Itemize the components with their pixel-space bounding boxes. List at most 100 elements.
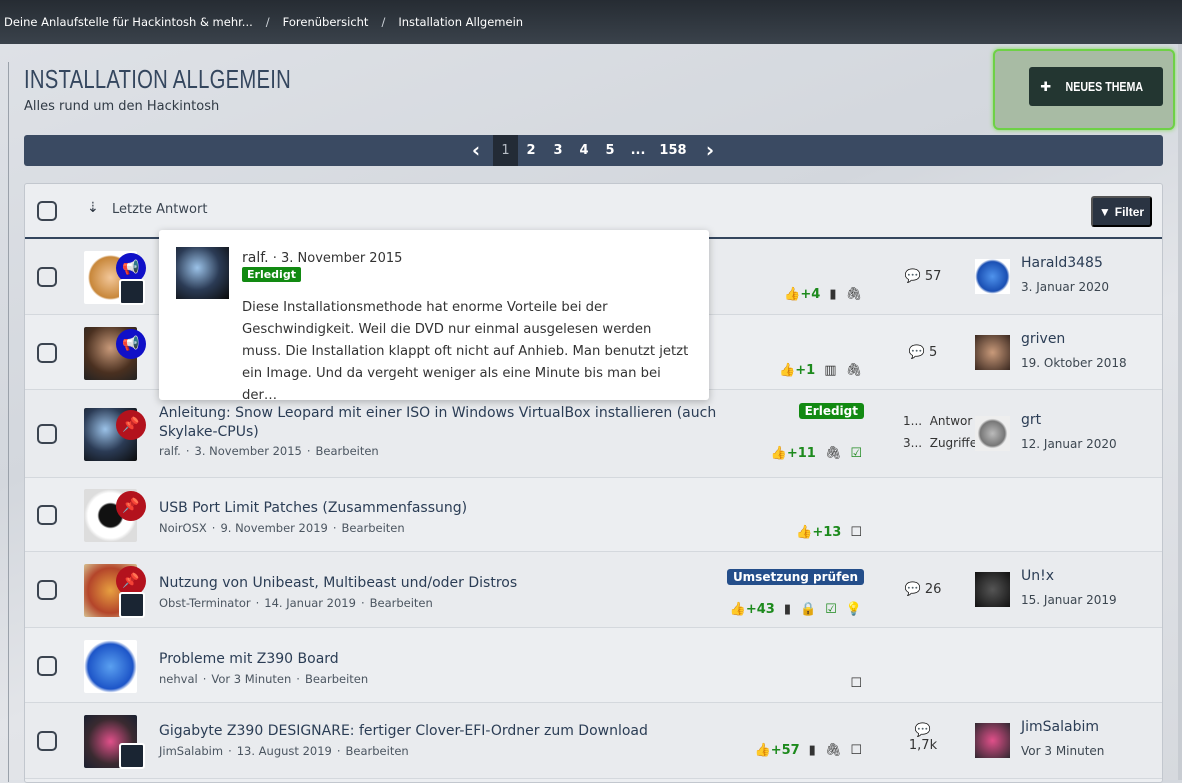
- table-row[interactable]: Probleme mit Z390 Board nehval · Vor 3 Min…: [25, 628, 1162, 703]
- breadcrumb-forum[interactable]: Forenübersicht: [283, 15, 369, 29]
- page-158[interactable]: 158: [657, 135, 689, 166]
- comment-icon: 💬: [904, 269, 921, 284]
- edit-link[interactable]: Bearbeiten: [316, 444, 379, 458]
- plus-icon: ✚: [1040, 78, 1052, 94]
- thread-author[interactable]: NoirOSX: [159, 521, 207, 535]
- last-poster-name[interactable]: griven: [1021, 331, 1065, 347]
- thread-date: 14. Januar 2019: [264, 596, 356, 610]
- status-badge: Umsetzung prüfen: [726, 569, 864, 585]
- unread-checkbox-icon: ☐: [850, 743, 862, 758]
- replies-stat: 💬 5: [908, 344, 938, 360]
- last-post-date[interactable]: 3. Januar 2020: [1021, 280, 1109, 294]
- edit-link[interactable]: Bearbeiten: [346, 744, 409, 758]
- thread-date: Vor 3 Minuten: [211, 671, 292, 686]
- last-poster-avatar[interactable]: [975, 334, 1010, 370]
- edit-link[interactable]: Bearbeiten: [370, 596, 433, 610]
- thread-title[interactable]: USB Port Limit Patches (Zusammenfassung): [159, 499, 779, 518]
- replies-stat: 💬 1,7k: [903, 723, 943, 753]
- sort-label[interactable]: Letzte Antwort: [112, 202, 207, 217]
- comment-icon: 💬: [904, 582, 921, 597]
- thread-meta: NoirOSX · 9. November 2019 · Bearbeiten: [159, 521, 405, 535]
- filter-button[interactable]: ▼ Filter: [1091, 196, 1152, 227]
- row-checkbox[interactable]: [37, 580, 57, 600]
- attachment-icon: 🖇: [824, 743, 842, 758]
- last-post-date[interactable]: 19. Oktober 2018: [1021, 356, 1127, 370]
- thread-title[interactable]: Probleme mit Z390 Board: [159, 650, 779, 669]
- last-poster-name[interactable]: grt: [1021, 412, 1041, 428]
- last-poster-avatar[interactable]: [975, 416, 1010, 451]
- avatar[interactable]: [84, 639, 137, 693]
- last-post-date[interactable]: Vor 3 Minuten: [1021, 744, 1104, 758]
- thread-date: 3. November 2015: [194, 444, 302, 458]
- unread-checkbox-icon: ☐: [850, 675, 862, 691]
- status-badge: Erledigt: [242, 267, 301, 282]
- select-all-checkbox[interactable]: [37, 201, 57, 221]
- thread-icons: 👍+43 ▮ 🔒 ☑ 💡: [730, 602, 862, 617]
- replies-stat: 💬 26: [904, 582, 942, 597]
- bookmark-icon: ▮: [829, 287, 837, 302]
- thread-meta: ralf. · 3. November 2015 · Bearbeiten: [159, 444, 379, 458]
- last-poster-name[interactable]: JimSalabim: [1021, 719, 1099, 735]
- solved-icon: ☑: [825, 602, 837, 617]
- last-poster-name[interactable]: Harald3485: [1021, 255, 1103, 271]
- scrollbar[interactable]: [1178, 44, 1182, 780]
- announcement-icon: 📢: [116, 328, 146, 359]
- last-poster-avatar[interactable]: [975, 259, 1010, 294]
- thread-icons: 👍+13 ☐: [796, 525, 862, 540]
- last-poster-avatar[interactable]: [975, 572, 1010, 607]
- likes: 👍+1: [779, 362, 816, 378]
- tooltip-author[interactable]: ralf.: [242, 250, 269, 266]
- thread-title[interactable]: Anleitung: Snow Leopard mit einer ISO in…: [159, 404, 779, 442]
- thread-title[interactable]: Nutzung von Unibeast, Multibeast und/ode…: [159, 574, 779, 593]
- table-row[interactable]: Gigabyte Z390 DESIGNARE: fertiger Clover…: [25, 703, 1162, 779]
- last-poster-name[interactable]: Un!x: [1021, 568, 1054, 584]
- page-2[interactable]: 2: [520, 135, 542, 166]
- breadcrumb-current[interactable]: Installation Allgemein: [398, 15, 523, 29]
- edit-link[interactable]: Bearbeiten: [341, 521, 404, 535]
- page-1[interactable]: 1: [493, 135, 518, 166]
- views-stat: 3... Zugriffe: [903, 436, 978, 450]
- table-row[interactable]: 📌 Nutzung von Unibeast, Multibeast und/o…: [25, 552, 1162, 628]
- row-checkbox[interactable]: [37, 731, 57, 751]
- thumbs-up-icon: 👍: [754, 743, 771, 758]
- page-3[interactable]: 3: [547, 135, 569, 166]
- last-poster-mini-avatar: [119, 743, 145, 769]
- row-checkbox[interactable]: [37, 655, 57, 676]
- prev-page-icon[interactable]: ‹: [464, 135, 488, 166]
- row-checkbox[interactable]: [37, 505, 57, 525]
- thread-title[interactable]: Gigabyte Z390 DESIGNARE: fertiger Clover…: [159, 722, 779, 741]
- table-row[interactable]: 📌 USB Port Limit Patches (Zusammenfassun…: [25, 478, 1162, 552]
- thread-meta: nehval · Vor 3 Minuten · Bearbeiten: [159, 671, 369, 686]
- thread-author[interactable]: Obst-Terminator: [159, 596, 251, 610]
- page-ellipsis[interactable]: ...: [626, 135, 650, 166]
- page-4[interactable]: 4: [573, 135, 595, 166]
- last-post-date[interactable]: 15. Januar 2019: [1021, 593, 1117, 607]
- poll-icon: ▥: [824, 362, 837, 378]
- idea-icon: 💡: [845, 602, 862, 617]
- filter-icon: ▼: [1098, 204, 1111, 219]
- thread-author[interactable]: JimSalabim: [159, 744, 223, 758]
- thumbs-up-icon: 👍: [729, 602, 746, 617]
- thread-author[interactable]: ralf.: [159, 444, 181, 458]
- row-checkbox[interactable]: [37, 267, 57, 287]
- new-thread-button[interactable]: ✚ NEUES THEMA: [1029, 67, 1163, 106]
- next-page-icon[interactable]: ›: [698, 135, 722, 166]
- thumbs-up-icon: 👍: [796, 525, 813, 540]
- tooltip-author-line: ralf. · 3. November 2015: [242, 250, 402, 266]
- page-5[interactable]: 5: [599, 135, 621, 166]
- replies-stat: 1... Antwor: [903, 414, 973, 428]
- pin-icon: 📌: [116, 410, 146, 440]
- attachment-icon: 🖇: [824, 446, 842, 461]
- sort-icon: ⇣: [87, 200, 99, 216]
- attachment-icon: 🖇: [845, 287, 862, 302]
- row-checkbox[interactable]: [37, 342, 57, 363]
- row-checkbox[interactable]: [37, 424, 57, 444]
- thread-meta: JimSalabim · 13. August 2019 · Bearbeiten: [159, 744, 409, 758]
- thread-author[interactable]: nehval: [159, 672, 198, 686]
- last-post-date[interactable]: 12. Januar 2020: [1021, 437, 1117, 451]
- breadcrumb-home[interactable]: Deine Anlaufstelle für Hackintosh & mehr…: [4, 15, 253, 29]
- edit-link[interactable]: Bearbeiten: [305, 672, 368, 686]
- breadcrumb-separator: /: [381, 15, 386, 29]
- last-poster-avatar[interactable]: [975, 723, 1010, 758]
- thread-date: 13. August 2019: [236, 744, 332, 758]
